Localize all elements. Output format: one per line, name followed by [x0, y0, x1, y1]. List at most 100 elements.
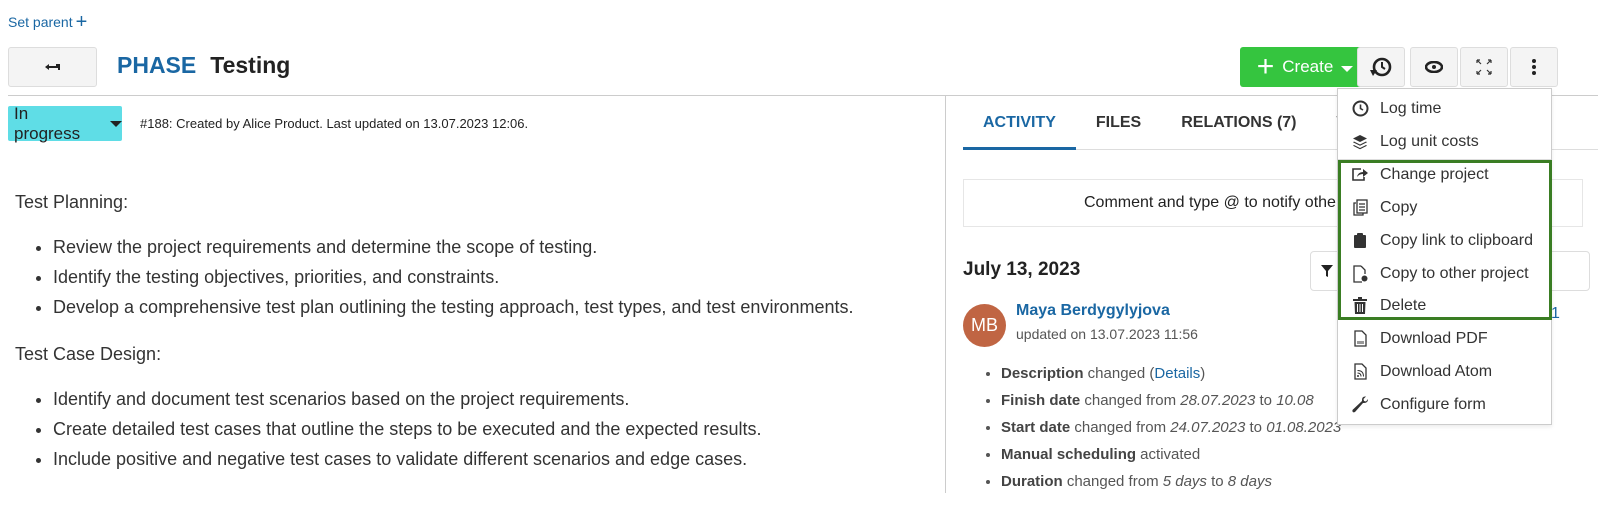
avatar: MB: [963, 304, 1006, 347]
comment-placeholder: Comment and type @ to notify othe: [1084, 194, 1336, 211]
change-to: 10.08: [1276, 392, 1314, 409]
menu-item-label: Download PDF: [1380, 329, 1488, 347]
status-dropdown[interactable]: In progress: [8, 103, 122, 143]
change-from: 5 days: [1162, 473, 1207, 490]
layers-icon: [1353, 134, 1367, 149]
wrench-icon: [1351, 396, 1368, 413]
change-from: 24.07.2023: [1170, 419, 1246, 436]
menu-item-copy[interactable]: Copy: [1338, 191, 1551, 224]
change-text: activated: [1136, 446, 1201, 463]
menu-item-label: Configure form: [1380, 395, 1486, 413]
change-item: Description changed (Details): [1001, 360, 1341, 387]
change-text: to: [1206, 473, 1228, 490]
copy-icon: [1352, 199, 1368, 216]
activity-date-heading: July 13, 2023: [963, 259, 1081, 280]
menu-item-label: Download Atom: [1380, 362, 1493, 380]
change-item: Manual scheduling activated: [1001, 441, 1341, 468]
work-package-subject[interactable]: Testing: [210, 52, 290, 79]
create-button[interactable]: + Create: [1240, 47, 1370, 87]
caret-down-icon: [110, 120, 122, 127]
pdf-file-icon: [1353, 330, 1367, 347]
pane-divider[interactable]: [945, 96, 946, 493]
trash-icon: [1353, 297, 1367, 314]
change-to: 8 days: [1227, 473, 1272, 490]
watch-button[interactable]: [1410, 47, 1458, 87]
menu-item-label: Delete: [1380, 296, 1427, 314]
tab-relations[interactable]: RELATIONS (7): [1161, 104, 1316, 150]
list-item: Develop a comprehensive test plan outlin…: [53, 292, 925, 322]
change-field: Start date: [1001, 419, 1071, 436]
activity-author-link[interactable]: Maya Berdygylyjova: [1016, 302, 1170, 320]
change-to: 01.08.2023: [1266, 419, 1342, 436]
history-button[interactable]: [1357, 47, 1405, 87]
activity-number-link[interactable]: 1: [1551, 305, 1560, 323]
copy-to-project-icon: [1352, 264, 1367, 283]
menu-item-copy-to-other-project[interactable]: Copy to other project: [1338, 257, 1551, 290]
move-icon: [1352, 168, 1368, 181]
status-label: In progress: [14, 103, 81, 143]
plus-icon: +: [75, 11, 88, 33]
section-heading: Test Case Design:: [15, 344, 162, 364]
plus-icon: +: [1256, 50, 1275, 83]
caret-down-icon: [1341, 65, 1354, 72]
change-field: Description: [1001, 365, 1084, 382]
section-heading: Test Planning:: [15, 192, 129, 212]
change-field: Duration: [1001, 473, 1063, 490]
tab-files[interactable]: FILES: [1076, 104, 1161, 150]
menu-item-label: Change project: [1380, 165, 1489, 183]
description[interactable]: Test Planning: Review the project requir…: [15, 190, 925, 494]
menu-item-log-unit-costs[interactable]: Log unit costs: [1338, 125, 1551, 158]
change-from: 28.07.2023: [1180, 392, 1256, 409]
set-parent-link[interactable]: Set parent +: [8, 11, 88, 33]
more-button[interactable]: [1510, 47, 1558, 87]
list-item: Identify the testing objectives, priorit…: [53, 262, 925, 292]
filter-icon: [1321, 265, 1333, 277]
more-actions-menu: Log time Log unit costs Change project C…: [1337, 88, 1552, 425]
description-section: Test Case Design: Identify and document …: [15, 342, 925, 474]
eye-icon: [1425, 61, 1443, 73]
create-label: Create: [1282, 57, 1334, 76]
change-item: Finish date changed from 28.07.2023 to 1…: [1001, 387, 1341, 414]
menu-item-change-project[interactable]: Change project: [1338, 158, 1551, 191]
tab-activity[interactable]: ACTIVITY: [963, 104, 1076, 150]
list-item: Create detailed test cases that outline …: [53, 414, 925, 444]
page-title: PHASE Testing: [117, 52, 290, 79]
change-field: Manual scheduling: [1001, 446, 1137, 463]
change-item: Duration changed from 5 days to 8 days: [1001, 468, 1341, 495]
activity-timestamp: updated on 13.07.2023 11:56: [1016, 326, 1198, 342]
set-parent-label: Set parent: [8, 14, 73, 30]
change-text: changed from: [1080, 392, 1181, 409]
change-text: to: [1255, 392, 1277, 409]
list-item: Identify and document test scenarios bas…: [53, 384, 925, 414]
back-button[interactable]: [8, 47, 97, 87]
more-vertical-icon: [1532, 59, 1536, 75]
change-item: Start date changed from 24.07.2023 to 01…: [1001, 414, 1341, 441]
change-text: changed from: [1062, 473, 1163, 490]
menu-item-label: Copy link to clipboard: [1380, 231, 1533, 249]
fullscreen-button[interactable]: [1460, 47, 1508, 87]
menu-item-delete[interactable]: Delete: [1338, 289, 1551, 322]
menu-item-label: Copy to other project: [1380, 264, 1529, 282]
list-item: Review the project requirements and dete…: [53, 232, 925, 262]
work-package-meta: #188: Created by Alice Product. Last upd…: [140, 116, 529, 131]
clipboard-icon: [1354, 233, 1366, 248]
change-text: to: [1245, 419, 1267, 436]
work-package-type: PHASE: [117, 52, 197, 78]
menu-item-download-atom[interactable]: Download Atom: [1338, 355, 1551, 388]
menu-item-copy-link[interactable]: Copy link to clipboard: [1338, 224, 1551, 257]
menu-item-log-time[interactable]: Log time: [1338, 92, 1551, 125]
activity-changes: Description changed (Details) Finish dat…: [985, 360, 1341, 495]
back-arrow-icon: [44, 64, 60, 70]
expand-icon: [1476, 59, 1492, 75]
list-item: Include positive and negative test cases…: [53, 444, 925, 474]
history-icon: [1370, 57, 1392, 77]
change-text: changed from: [1070, 419, 1171, 436]
menu-item-label: Log unit costs: [1380, 132, 1479, 150]
clock-icon: [1352, 100, 1368, 117]
menu-item-configure-form[interactable]: Configure form: [1338, 388, 1551, 421]
menu-item-download-pdf[interactable]: Download PDF: [1338, 322, 1551, 355]
atom-feed-icon: [1353, 363, 1367, 380]
change-text: ): [1200, 365, 1206, 382]
description-section: Test Planning: Review the project requir…: [15, 190, 925, 322]
details-link[interactable]: Details: [1154, 365, 1200, 382]
